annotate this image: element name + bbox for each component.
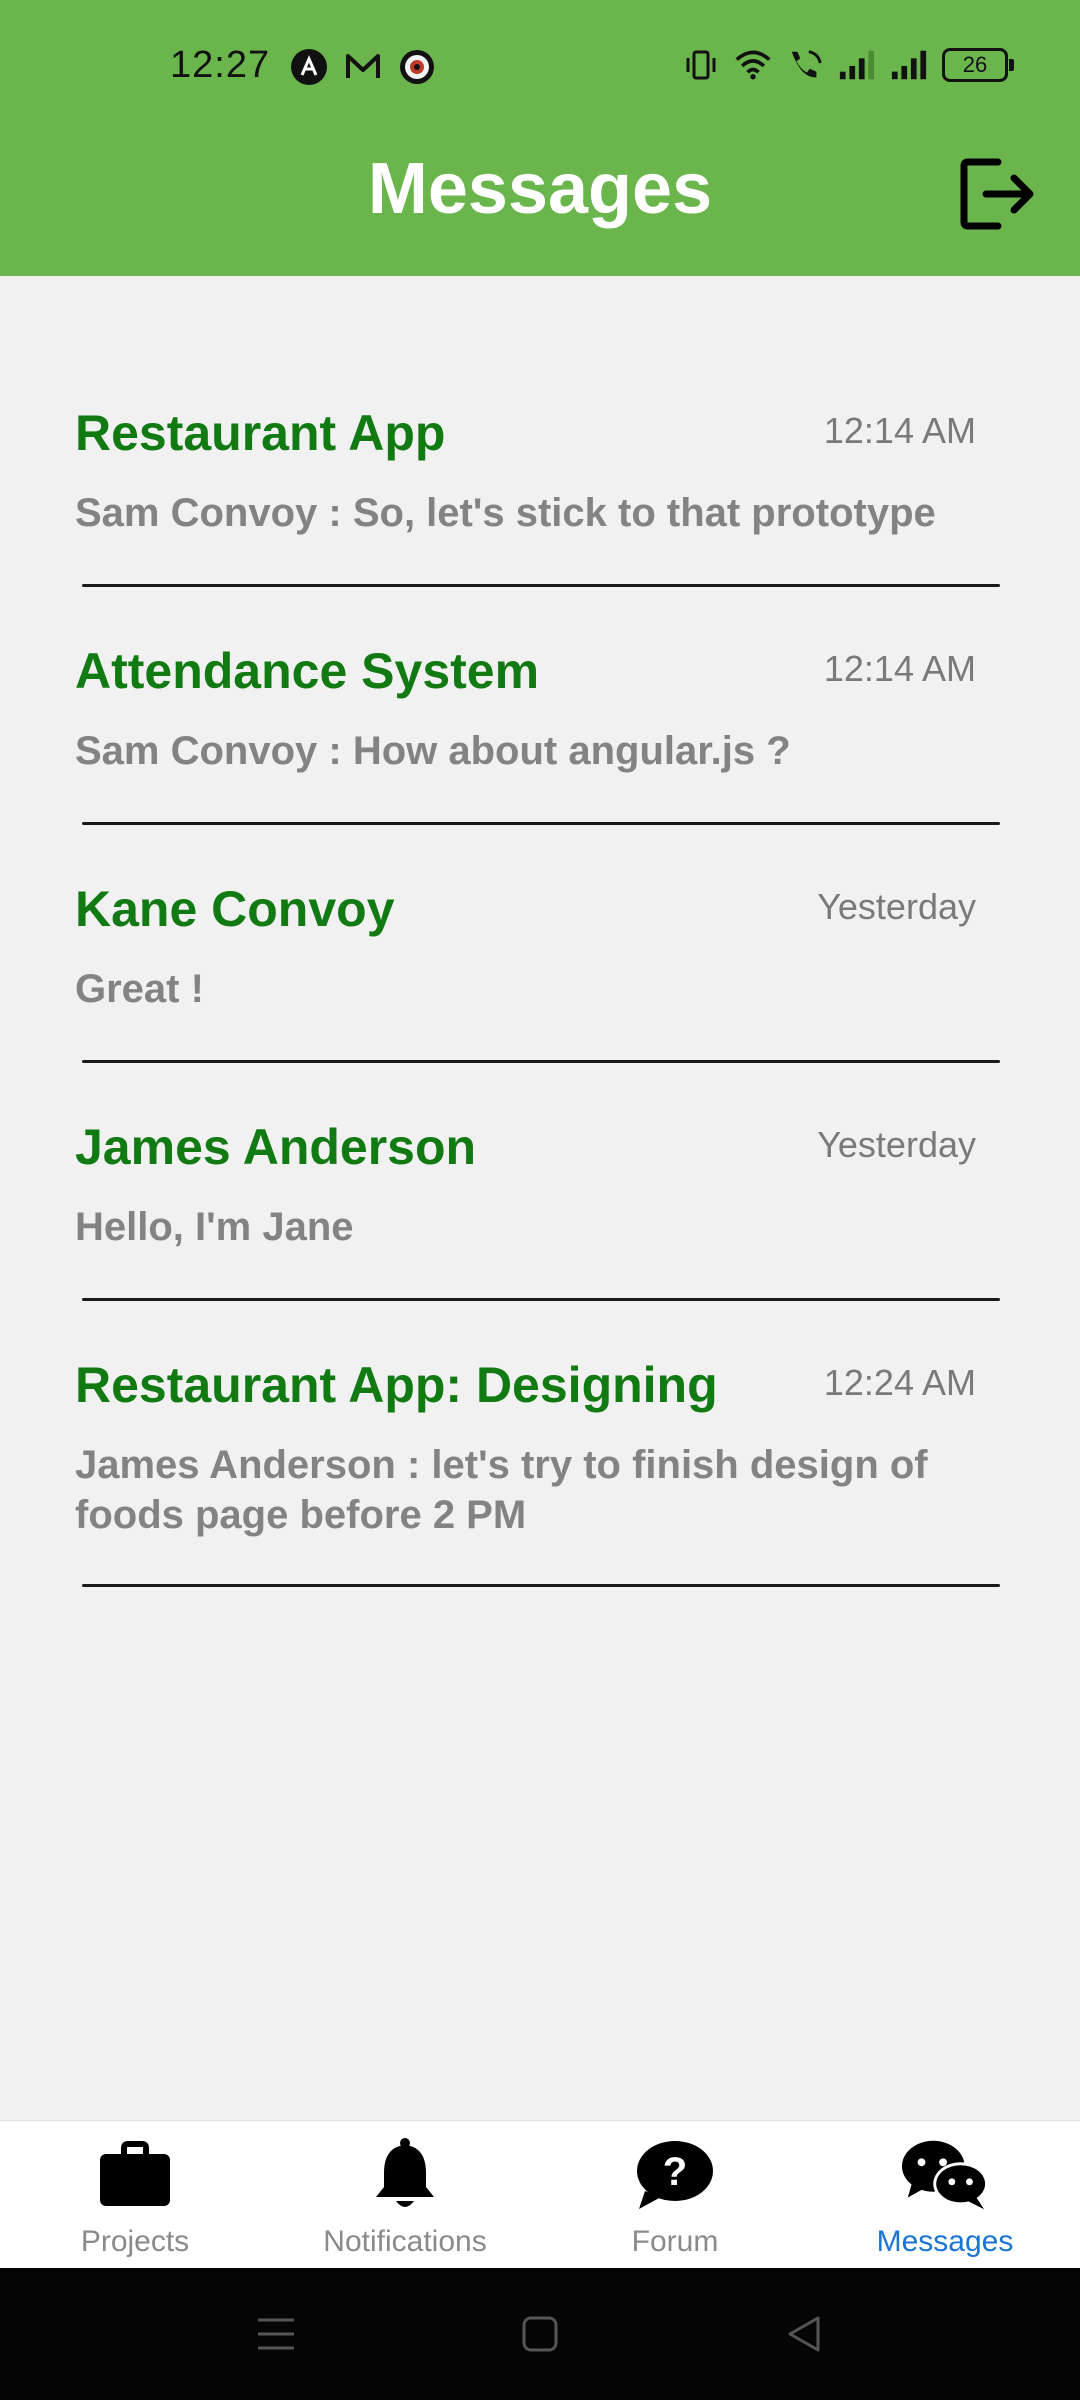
battery-indicator: 26 — [942, 48, 1014, 82]
briefcase-icon — [90, 2135, 180, 2215]
app-a-icon — [290, 48, 328, 86]
mail-icon — [344, 48, 382, 86]
divider — [82, 1584, 1000, 1587]
conversation-item[interactable]: Kane Convoy Yesterday Great ! — [0, 846, 1080, 1084]
conversation-preview: Sam Convoy : So, let's stick to that pro… — [75, 491, 936, 535]
logout-icon — [960, 158, 1034, 230]
conversation-item[interactable]: James Anderson Yesterday Hello, I'm Jane — [0, 1084, 1080, 1322]
chat-bubbles-icon — [900, 2135, 990, 2215]
eye-icon — [398, 48, 436, 86]
conversation-title: Attendance System — [75, 643, 540, 699]
divider — [82, 584, 1000, 587]
app-header: 12:27 26 Messages — [0, 0, 1080, 276]
nav-label: Forum — [631, 2225, 719, 2258]
divider — [82, 1298, 1000, 1301]
conversation-time: 12:14 AM — [823, 648, 976, 689]
conversation-item[interactable]: Attendance System 12:14 AM Sam Convoy : … — [0, 608, 1080, 846]
signal-1-icon — [838, 46, 876, 84]
nav-messages[interactable]: Messages — [810, 2121, 1080, 2269]
conversation-title: Restaurant App — [75, 405, 446, 461]
nav-label: Messages — [876, 2225, 1014, 2258]
nav-label: Notifications — [323, 2225, 487, 2258]
status-right-icons: 26 — [682, 46, 1014, 84]
conversation-list: Restaurant App 12:14 AM Sam Convoy : So,… — [0, 370, 1080, 1612]
conversation-preview: Great ! — [75, 967, 204, 1011]
conversation-item[interactable]: Restaurant App: Designing 12:24 AM James… — [0, 1322, 1080, 1612]
nav-notifications[interactable]: Notifications — [270, 2121, 540, 2269]
divider — [82, 1060, 1000, 1063]
conversation-time: Yesterday — [817, 886, 976, 927]
conversation-title: Kane Convoy — [75, 881, 395, 937]
conversation-time: 12:24 AM — [823, 1362, 976, 1403]
page-title: Messages — [367, 149, 713, 229]
conversation-item[interactable]: Restaurant App 12:14 AM Sam Convoy : So,… — [0, 370, 1080, 608]
conversation-preview: Sam Convoy : How about angular.js ? — [75, 729, 791, 773]
divider — [82, 822, 1000, 825]
conversation-time: 12:14 AM — [823, 410, 976, 451]
nav-forum[interactable]: ? Forum — [540, 2121, 810, 2269]
vibrate-icon — [682, 46, 720, 84]
system-nav-bar — [0, 2268, 1080, 2400]
svg-text:?: ? — [663, 2150, 687, 2194]
menu-icon[interactable] — [254, 2312, 298, 2356]
question-bubble-icon: ? — [630, 2135, 720, 2215]
signal-2-icon — [890, 46, 928, 84]
bottom-nav: Projects Notifications ? Forum Messages — [0, 2120, 1080, 2269]
logout-button[interactable] — [956, 152, 1040, 236]
back-icon[interactable] — [782, 2312, 826, 2356]
nav-projects[interactable]: Projects — [0, 2121, 270, 2269]
wifi-call-icon — [786, 46, 824, 84]
home-icon[interactable] — [518, 2312, 562, 2356]
status-bar: 12:27 26 — [0, 0, 1080, 134]
conversation-time: Yesterday — [817, 1124, 976, 1165]
conversation-preview: Hello, I'm Jane — [75, 1205, 354, 1249]
wifi-icon — [734, 46, 772, 84]
status-left-icons — [290, 48, 436, 86]
conversation-title: Restaurant App: Designing — [75, 1357, 718, 1413]
nav-label: Projects — [80, 2225, 190, 2258]
conversation-title: James Anderson — [75, 1119, 477, 1175]
conversation-preview: James Anderson : let's try to finish des… — [75, 1443, 928, 1537]
status-time: 12:27 — [170, 44, 271, 86]
bell-icon — [360, 2135, 450, 2215]
